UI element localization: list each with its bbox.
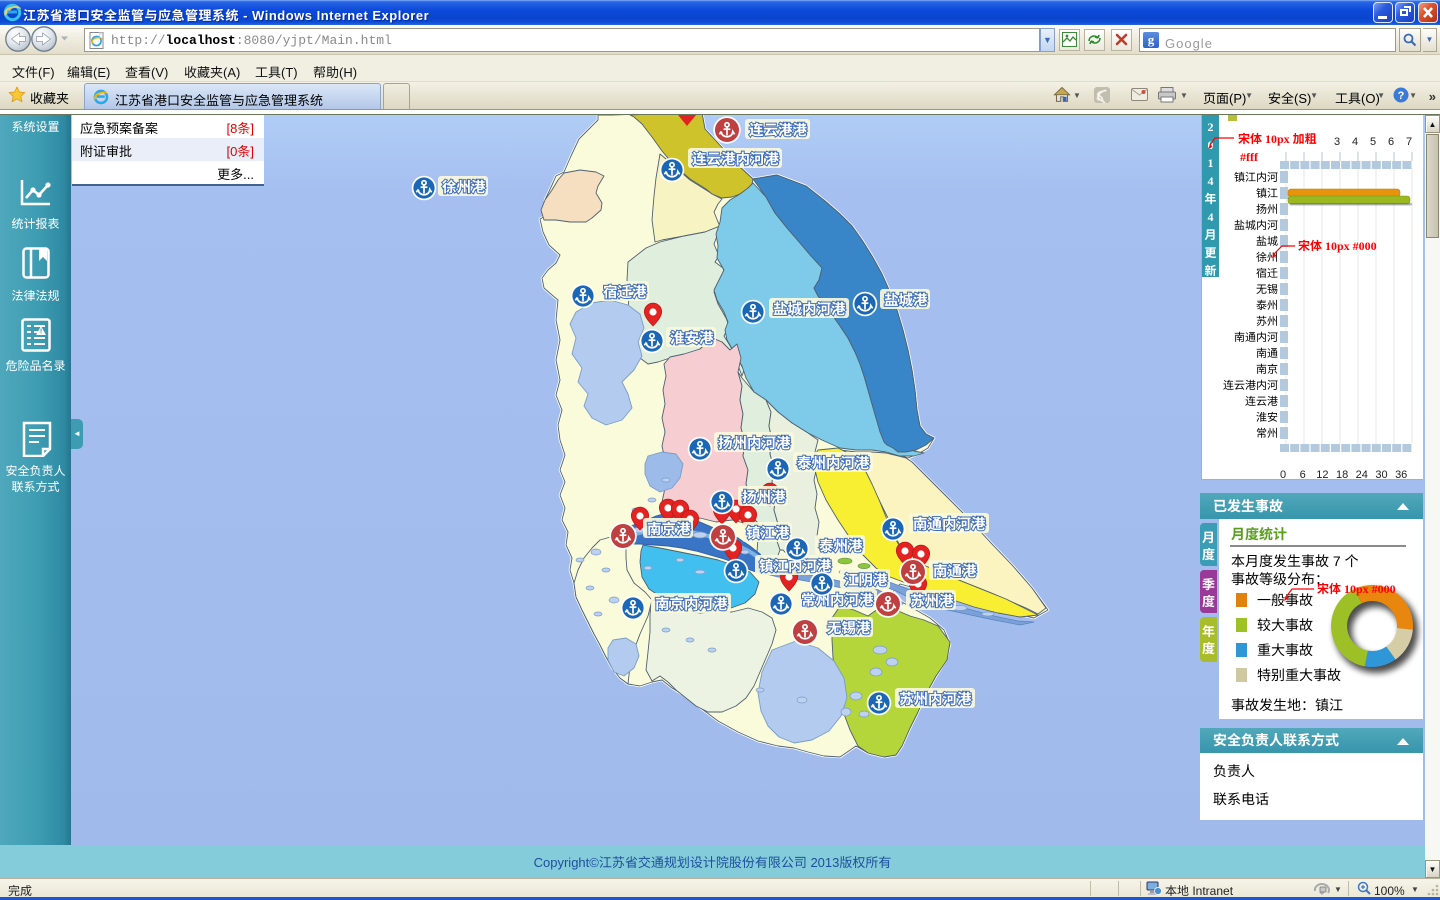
svg-text:扬州港: 扬州港 [742, 486, 786, 507]
svg-text:南通: 南通 [1256, 345, 1278, 361]
svg-text:连云港港: 连云港港 [749, 119, 807, 140]
svg-text:镇江内河: 镇江内河 [1234, 169, 1278, 185]
svg-text:苏州港: 苏州港 [910, 590, 954, 611]
svg-text:#fff: #fff [1240, 148, 1259, 165]
svg-text:6: 6 [1300, 469, 1306, 478]
svg-text:宋体 10px 加粗: 宋体 10px 加粗 [1238, 130, 1317, 147]
svg-text:南通内河: 南通内河 [1234, 329, 1278, 345]
svg-text:泰州内河港: 泰州内河港 [797, 452, 870, 473]
svg-text:苏州内河港: 苏州内河港 [899, 688, 972, 709]
svg-text:苏州: 苏州 [1256, 313, 1278, 329]
svg-text:盐城: 盐城 [1256, 233, 1278, 249]
svg-text:南京港: 南京港 [647, 518, 691, 539]
svg-text:常州内河港: 常州内河港 [801, 589, 874, 610]
svg-text:无锡港: 无锡港 [827, 617, 871, 638]
svg-text:?: ? [1398, 90, 1405, 102]
svg-text:盐城内河: 盐城内河 [1234, 217, 1278, 233]
svg-text:徐州: 徐州 [1256, 249, 1278, 265]
svg-text:2: 2 [1208, 118, 1214, 135]
svg-text:1: 1 [1208, 154, 1214, 171]
svg-text:3: 3 [1334, 136, 1340, 148]
svg-text:南通内河港: 南通内河港 [913, 513, 986, 534]
svg-text:宋体 10px #000: 宋体 10px #000 [1298, 237, 1377, 254]
svg-text:更: 更 [1204, 244, 1216, 261]
svg-text:江阴港: 江阴港 [844, 569, 888, 590]
svg-text:年: 年 [1204, 190, 1216, 207]
svg-text:宿迁: 宿迁 [1256, 265, 1278, 281]
svg-text:连云港内河: 连云港内河 [1223, 377, 1278, 393]
svg-text:30: 30 [1375, 469, 1387, 478]
svg-text:连云港内河港: 连云港内河港 [692, 148, 779, 169]
svg-text:7: 7 [1406, 136, 1412, 148]
svg-text:盐城内河港: 盐城内河港 [773, 298, 846, 319]
svg-text:12: 12 [1316, 469, 1328, 478]
svg-text:特别重大事故: 特别重大事故 [1257, 665, 1341, 685]
svg-text:5: 5 [1370, 136, 1376, 148]
svg-text:南通港: 南通港 [933, 560, 977, 581]
svg-text:镇江: 镇江 [1256, 185, 1278, 201]
svg-text:36: 36 [1395, 469, 1407, 478]
svg-text:!: ! [40, 329, 42, 336]
svg-text:淮安: 淮安 [1256, 409, 1278, 425]
svg-text:徐州港: 徐州港 [442, 176, 486, 197]
svg-text:南京内河港: 南京内河港 [655, 593, 728, 614]
svg-text:18: 18 [1336, 469, 1348, 478]
svg-text:4: 4 [1352, 136, 1358, 148]
svg-text:6: 6 [1388, 136, 1394, 148]
svg-text:0: 0 [1280, 469, 1286, 478]
svg-text:镇江港: 镇江港 [746, 522, 790, 543]
svg-text:淮安港: 淮安港 [670, 327, 714, 348]
svg-text:较大事故: 较大事故 [1257, 615, 1313, 635]
svg-text:24: 24 [1356, 469, 1368, 478]
svg-text:宋体 10px #000: 宋体 10px #000 [1317, 580, 1396, 597]
svg-text:月: 月 [1204, 226, 1216, 243]
svg-text:宿迁港: 宿迁港 [603, 281, 647, 302]
svg-text:4: 4 [1208, 208, 1214, 225]
svg-text:重大事故: 重大事故 [1257, 640, 1313, 660]
svg-text:无锡: 无锡 [1256, 281, 1278, 297]
svg-text:常州: 常州 [1256, 425, 1278, 441]
svg-text:盐城港: 盐城港 [884, 289, 928, 310]
svg-text:扬州内河港: 扬州内河港 [718, 432, 791, 453]
svg-text:连云港: 连云港 [1245, 393, 1278, 409]
svg-text:新: 新 [1204, 262, 1216, 279]
svg-text:南京: 南京 [1256, 361, 1278, 377]
svg-text:扬州: 扬州 [1256, 201, 1278, 217]
svg-text:泰州港: 泰州港 [819, 535, 863, 556]
svg-text:泰州: 泰州 [1256, 297, 1278, 313]
svg-text:4: 4 [1208, 172, 1214, 189]
